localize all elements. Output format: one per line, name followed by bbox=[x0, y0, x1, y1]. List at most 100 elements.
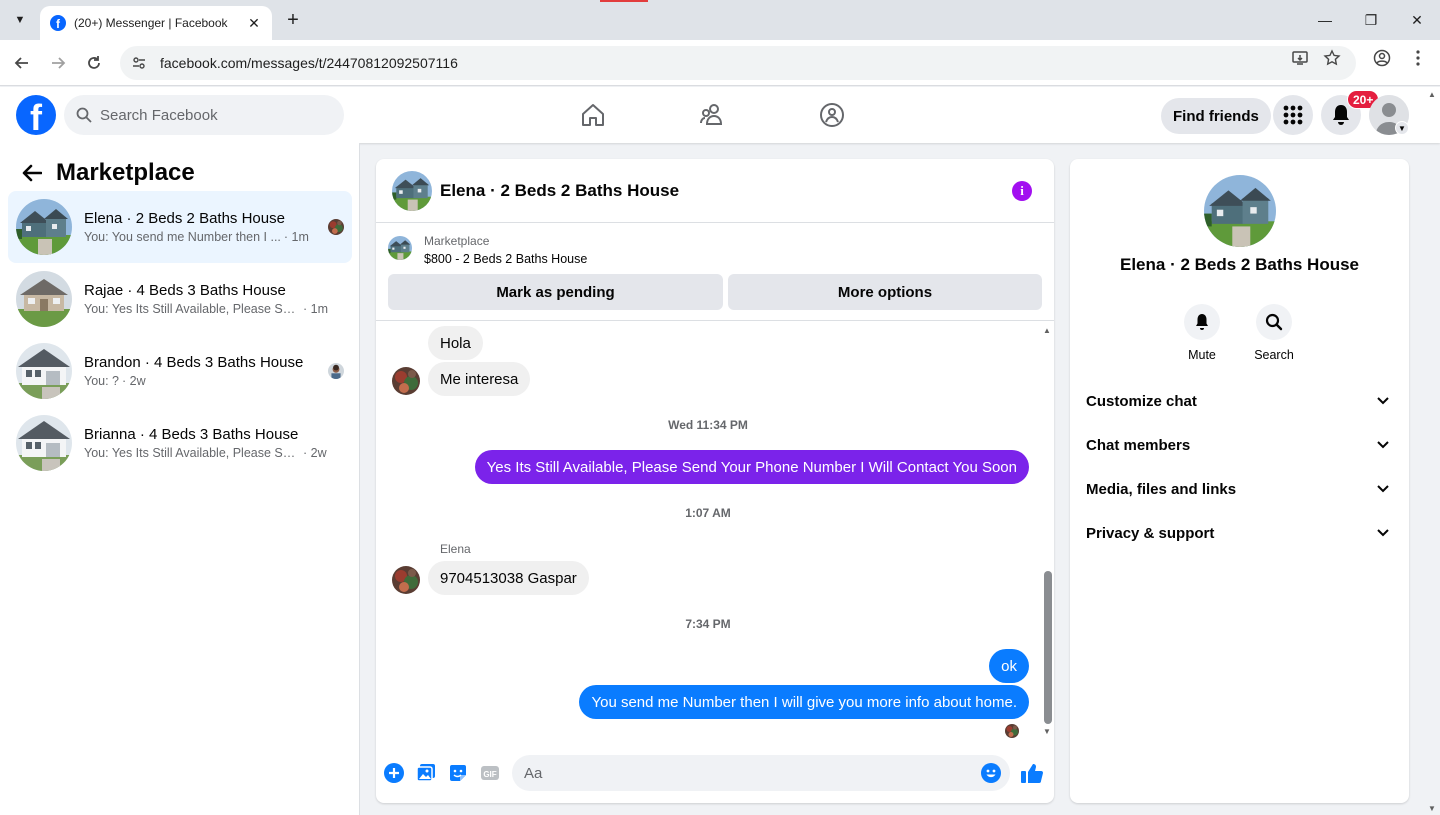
tab-title: (20+) Messenger | Facebook bbox=[74, 16, 228, 30]
search-label: Search bbox=[1254, 348, 1294, 362]
section-label: Media, files and links bbox=[1086, 480, 1237, 498]
window-close-icon[interactable]: ✕ bbox=[1394, 8, 1440, 32]
scroll-up-arrow-icon[interactable]: ▲ bbox=[1043, 326, 1051, 335]
more-actions-plus-icon[interactable] bbox=[384, 763, 404, 783]
listing-thumbnail bbox=[16, 199, 72, 255]
conversation-time: · 2w bbox=[303, 446, 327, 460]
browser-toolbar: facebook.com/messages/t/2447081209250711… bbox=[0, 40, 1440, 86]
conversation-snippet: You: ? bbox=[84, 374, 119, 388]
friends-icon[interactable] bbox=[697, 99, 729, 131]
message-input[interactable] bbox=[524, 764, 964, 782]
listing-thumbnail bbox=[16, 271, 72, 327]
attach-photo-icon[interactable] bbox=[416, 763, 436, 783]
listing-thumbnail bbox=[16, 415, 72, 471]
page-scroll-up-icon[interactable]: ▲ bbox=[1428, 90, 1436, 99]
conversation-item[interactable]: Brandon · 4 Beds 3 Baths House You: ? · 2… bbox=[8, 335, 352, 407]
facebook-logo-icon[interactable]: f bbox=[16, 95, 56, 135]
chat-avatar[interactable] bbox=[392, 171, 432, 211]
new-tab-icon[interactable]: + bbox=[282, 9, 304, 31]
conversation-time: · 1m bbox=[303, 302, 328, 316]
bookmark-star-icon[interactable] bbox=[1322, 48, 1342, 68]
maximize-icon[interactable]: ❐ bbox=[1348, 8, 1394, 32]
outgoing-message[interactable]: Yes Its Still Available, Please Send You… bbox=[474, 450, 1029, 484]
thread-scrollbar[interactable]: ▲ ▼ bbox=[1040, 321, 1054, 741]
chat-members-row[interactable]: Chat members bbox=[1078, 423, 1401, 467]
privacy-support-row[interactable]: Privacy & support bbox=[1078, 511, 1401, 555]
browser-profile-icon[interactable] bbox=[1372, 48, 1392, 68]
forward-icon[interactable] bbox=[46, 51, 70, 75]
incoming-message[interactable]: 9704513038 Gaspar bbox=[428, 561, 589, 595]
chat-contact-name[interactable]: Elena · 2 Beds 2 Baths House bbox=[440, 181, 679, 201]
scroll-thumb[interactable] bbox=[1044, 571, 1052, 724]
mark-as-pending-button[interactable]: Mark as pending bbox=[388, 274, 723, 310]
facebook-search-input[interactable] bbox=[100, 106, 320, 124]
scroll-down-arrow-icon[interactable]: ▼ bbox=[1043, 727, 1051, 736]
page-scroll-down-icon[interactable]: ▼ bbox=[1428, 804, 1436, 813]
conversation-snippet: You: You send me Number then I ... bbox=[84, 230, 281, 244]
browser-tab[interactable]: f (20+) Messenger | Facebook ✕ bbox=[40, 6, 272, 40]
sender-avatar[interactable] bbox=[392, 566, 420, 594]
mute-label: Mute bbox=[1188, 348, 1216, 362]
marketplace-sidebar: Marketplace Elena · 2 Beds 2 Baths House… bbox=[0, 143, 360, 815]
minimize-icon[interactable]: — bbox=[1302, 8, 1348, 32]
conversation-item[interactable]: Elena · 2 Beds 2 Baths House You: You se… bbox=[8, 191, 352, 263]
search-icon[interactable] bbox=[1256, 304, 1292, 340]
chevron-down-icon bbox=[1373, 479, 1393, 499]
listing-source-label: Marketplace bbox=[424, 234, 490, 248]
emoji-icon[interactable] bbox=[981, 763, 1001, 783]
address-bar[interactable]: facebook.com/messages/t/2447081209250711… bbox=[120, 46, 1356, 80]
outgoing-message[interactable]: ok bbox=[989, 649, 1029, 683]
search-in-conversation-button[interactable]: Search bbox=[1244, 304, 1304, 362]
sticker-icon[interactable] bbox=[448, 763, 468, 783]
groups-icon[interactable] bbox=[816, 99, 848, 131]
media-files-links-row[interactable]: Media, files and links bbox=[1078, 467, 1401, 511]
sidebar-title: Marketplace bbox=[56, 159, 195, 186]
back-arrow-icon[interactable] bbox=[16, 157, 48, 189]
conversation-name: Brandon · 4 Beds 3 Baths House bbox=[84, 354, 304, 371]
reload-icon[interactable] bbox=[82, 51, 106, 75]
back-icon[interactable] bbox=[10, 51, 34, 75]
conversation-snippet: You: Yes Its Still Available, Please Sen… bbox=[84, 302, 300, 316]
conversation-item[interactable]: Brianna · 4 Beds 3 Baths House You: Yes … bbox=[8, 407, 352, 479]
sidebar-header: Marketplace bbox=[16, 157, 195, 189]
contact-avatar bbox=[328, 363, 344, 379]
tab-search-dropdown-icon[interactable]: ▼ bbox=[8, 8, 32, 32]
listing-price-title[interactable]: $800 - 2 Beds 2 Baths House bbox=[424, 252, 587, 266]
find-friends-button[interactable]: Find friends bbox=[1161, 98, 1271, 134]
install-app-icon[interactable] bbox=[1290, 48, 1310, 68]
home-icon[interactable] bbox=[577, 99, 609, 131]
conversation-info-icon[interactable]: i bbox=[1012, 181, 1032, 201]
conversation-item[interactable]: Rajae · 4 Beds 3 Baths House You: Yes It… bbox=[8, 263, 352, 335]
sender-avatar[interactable] bbox=[392, 367, 420, 395]
contact-avatar bbox=[328, 219, 344, 235]
info-avatar[interactable] bbox=[1204, 175, 1276, 247]
conversation-time: · 2w bbox=[122, 374, 146, 388]
incoming-message[interactable]: Hola bbox=[428, 326, 483, 360]
listing-thumbnail[interactable] bbox=[388, 236, 412, 260]
facebook-search-box[interactable] bbox=[64, 95, 344, 135]
message-input-box[interactable] bbox=[512, 755, 1010, 791]
menu-grid-icon[interactable] bbox=[1273, 95, 1313, 135]
section-label: Chat members bbox=[1086, 436, 1191, 454]
gif-icon[interactable]: GIF bbox=[480, 763, 500, 783]
search-icon bbox=[76, 107, 92, 123]
url-text[interactable]: facebook.com/messages/t/2447081209250711… bbox=[160, 55, 458, 71]
chevron-down-icon bbox=[1373, 391, 1393, 411]
site-info-icon[interactable] bbox=[130, 54, 148, 72]
thumbs-up-like-icon[interactable] bbox=[1020, 762, 1044, 784]
customize-chat-row[interactable]: Customize chat bbox=[1078, 379, 1401, 423]
bell-icon[interactable] bbox=[1184, 304, 1220, 340]
message-timestamp: Wed 11:34 PM bbox=[668, 418, 748, 432]
conversation-info-panel: Elena · 2 Beds 2 Baths House Mute Search… bbox=[1070, 159, 1409, 803]
mute-button[interactable]: Mute bbox=[1172, 304, 1232, 362]
tab-close-icon[interactable]: ✕ bbox=[246, 15, 262, 32]
chat-header: Elena · 2 Beds 2 Baths House i bbox=[376, 159, 1054, 223]
outgoing-message[interactable]: You send me Number then I will give you … bbox=[579, 685, 1029, 719]
more-options-button[interactable]: More options bbox=[728, 274, 1042, 310]
incoming-message[interactable]: Me interesa bbox=[428, 362, 531, 396]
listing-bar: Marketplace $800 - 2 Beds 2 Baths House … bbox=[376, 223, 1054, 321]
account-caret-icon[interactable]: ▼ bbox=[1395, 121, 1409, 135]
browser-menu-icon[interactable] bbox=[1408, 48, 1428, 68]
svg-text:GIF: GIF bbox=[483, 770, 496, 779]
chevron-down-icon bbox=[1373, 523, 1393, 543]
